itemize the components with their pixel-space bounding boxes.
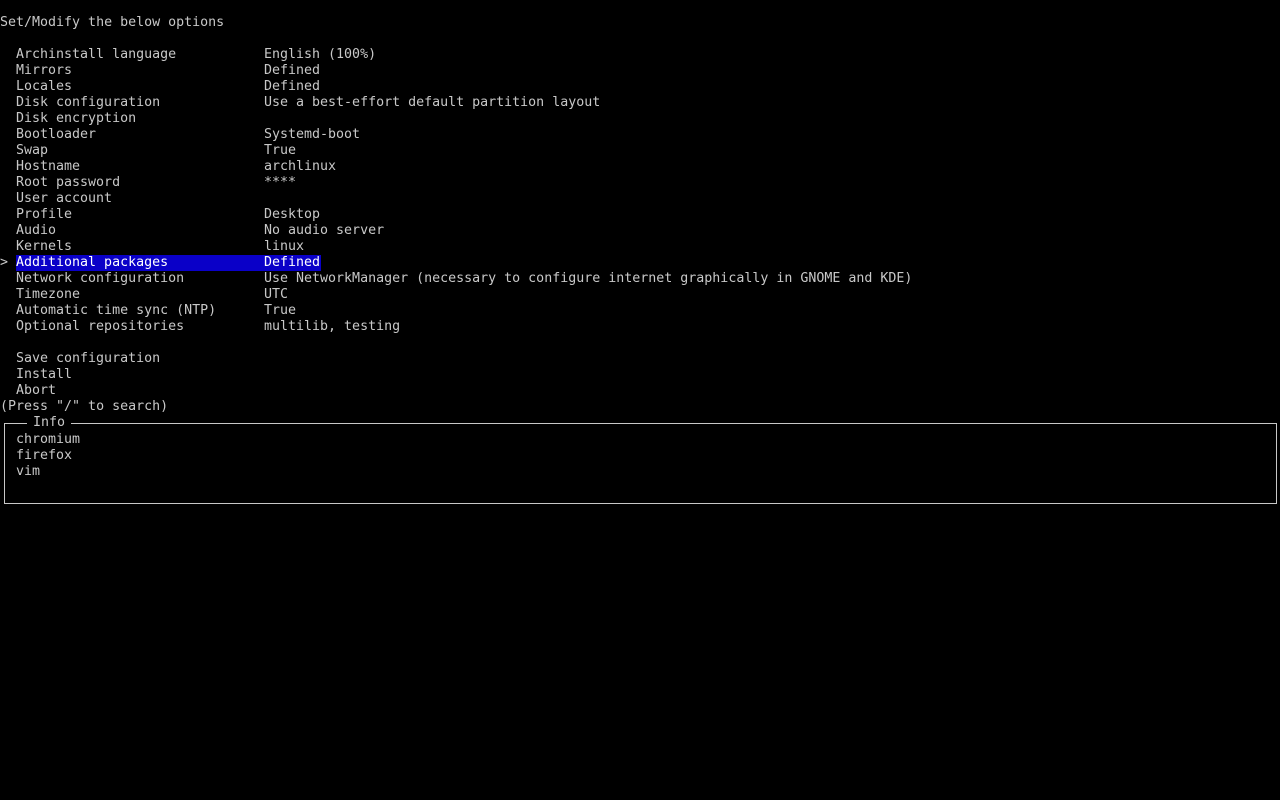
menu-item-label: Disk configuration: [16, 95, 161, 110]
menu-item-automatic-time-sync-ntp[interactable]: Automatic time sync (NTP) True: [0, 303, 1280, 319]
menu-item-value: Systemd-boot: [264, 127, 361, 142]
menu-item-value: ****: [264, 175, 297, 190]
menu-item-root-password[interactable]: Root password ****: [0, 175, 1280, 191]
menu-item-optional-repositories[interactable]: Optional repositories multilib, testing: [0, 319, 1280, 335]
menu-item-locales[interactable]: Locales Defined: [0, 79, 1280, 95]
menu-item-label: Kernels: [16, 239, 73, 254]
menu-item-label: Mirrors: [16, 63, 73, 78]
menu-item-value: archlinux: [264, 159, 337, 174]
menu-item-value: English (100%): [264, 47, 377, 62]
menu-item-audio[interactable]: Audio No audio server: [0, 223, 1280, 239]
action-label: Install: [16, 367, 73, 382]
menu-item-value: Defined: [264, 63, 321, 78]
menu-item-label: Network configuration: [16, 271, 185, 286]
menu-item-label: Automatic time sync (NTP): [16, 303, 217, 318]
info-line-2: vim: [16, 464, 41, 479]
menu-item-network-configuration[interactable]: Network configuration Use NetworkManager …: [0, 271, 1280, 287]
menu-item-value: True: [264, 143, 297, 158]
info-panel-title: Info: [27, 415, 72, 431]
menu-item-hostname[interactable]: Hostname archlinux: [0, 159, 1280, 175]
action-install[interactable]: Install: [0, 367, 1280, 383]
action-label: Save configuration: [16, 351, 161, 366]
action-abort[interactable]: Abort: [0, 383, 1280, 399]
menu-item-disk-encryption[interactable]: Disk encryption: [0, 111, 1280, 127]
info-line-0: chromium: [16, 432, 81, 447]
menu-item-value: Defined: [264, 255, 322, 271]
action-save-configuration[interactable]: Save configuration: [0, 351, 1280, 367]
menu-item-label: Disk encryption: [16, 111, 137, 126]
menu-item-label: Root password: [16, 175, 121, 190]
menu-item-timezone[interactable]: Timezone UTC: [0, 287, 1280, 303]
menu-item-user-account[interactable]: User account: [0, 191, 1280, 207]
menu-item-label: Archinstall language: [16, 47, 177, 62]
menu-item-label: Locales: [16, 79, 73, 94]
menu-item-value: Defined: [264, 79, 321, 94]
menu-item-value: linux: [264, 239, 305, 254]
selection-caret-icon: >: [0, 255, 9, 270]
menu-item-value: multilib, testing: [264, 319, 401, 334]
menu-item-value: UTC: [264, 287, 289, 302]
menu-title: Set/Modify the below options: [0, 15, 225, 30]
menu-item-label: Swap: [16, 143, 49, 158]
info-panel: Info chromium firefox vim: [4, 415, 1277, 504]
menu-item-label: Bootloader: [16, 127, 97, 142]
menu-item-swap[interactable]: Swap True: [0, 143, 1280, 159]
menu-item-label: Audio: [16, 223, 57, 238]
menu-item-label: Timezone: [16, 287, 81, 302]
info-line-1: firefox: [16, 448, 73, 463]
search-hint: (Press "/" to search): [0, 399, 169, 414]
menu-item-profile[interactable]: Profile Desktop: [0, 207, 1280, 223]
menu-item-value: Use a best-effort default partition layo…: [264, 95, 601, 110]
menu-item-bootloader[interactable]: Bootloader Systemd-boot: [0, 127, 1280, 143]
menu-item-additional-packages[interactable]: > Additional packages Defined: [0, 255, 1280, 271]
menu-item-label: Optional repositories: [16, 319, 185, 334]
menu-item-kernels[interactable]: Kernels linux: [0, 239, 1280, 255]
menu-item-value: True: [264, 303, 297, 318]
menu-item-label: Additional packages: [16, 255, 264, 271]
menu-item-value: No audio server: [264, 223, 385, 238]
menu-item-value: Use NetworkManager (necessary to configu…: [264, 271, 913, 286]
menu-item-label: User account: [16, 191, 113, 206]
action-label: Abort: [16, 383, 57, 398]
menu-item-label: Hostname: [16, 159, 81, 174]
menu-item-mirrors[interactable]: Mirrors Defined: [0, 63, 1280, 79]
menu-item-disk-configuration[interactable]: Disk configuration Use a best-effort defa…: [0, 95, 1280, 111]
menu-item-archinstall-language[interactable]: Archinstall language English (100%): [0, 47, 1280, 63]
menu-item-value: Desktop: [264, 207, 321, 222]
menu-item-label: Profile: [16, 207, 73, 222]
